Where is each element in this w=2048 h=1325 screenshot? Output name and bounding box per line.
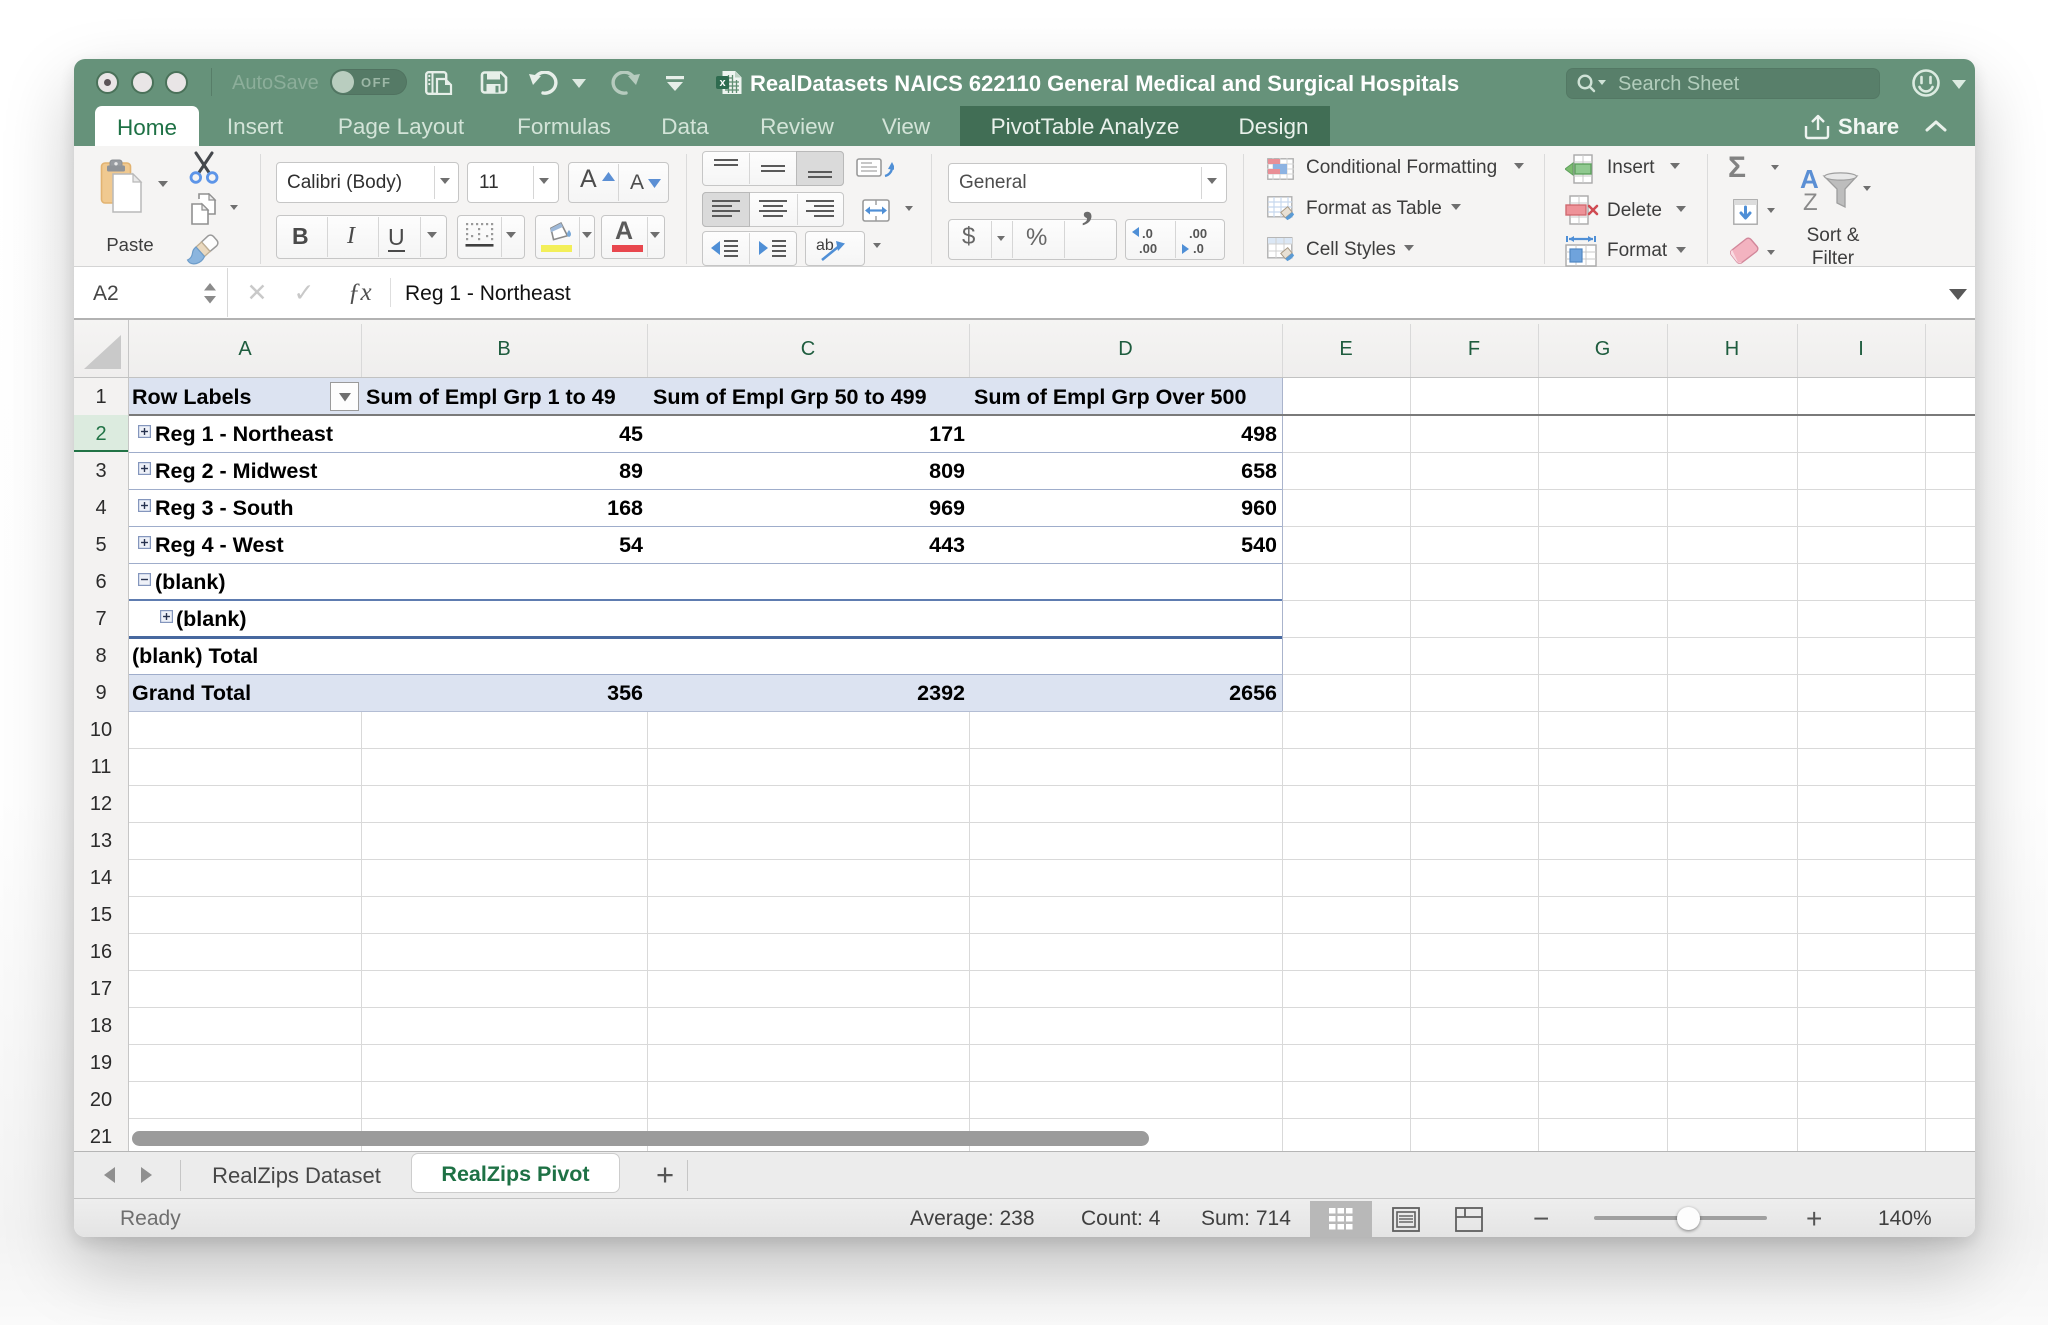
- svg-text:.0: .0: [1142, 226, 1153, 241]
- svg-text:.0: .0: [1193, 241, 1204, 255]
- svg-text:.00: .00: [1189, 226, 1207, 241]
- svg-text:.00: .00: [1139, 241, 1157, 255]
- svg-text:x: x: [719, 77, 726, 89]
